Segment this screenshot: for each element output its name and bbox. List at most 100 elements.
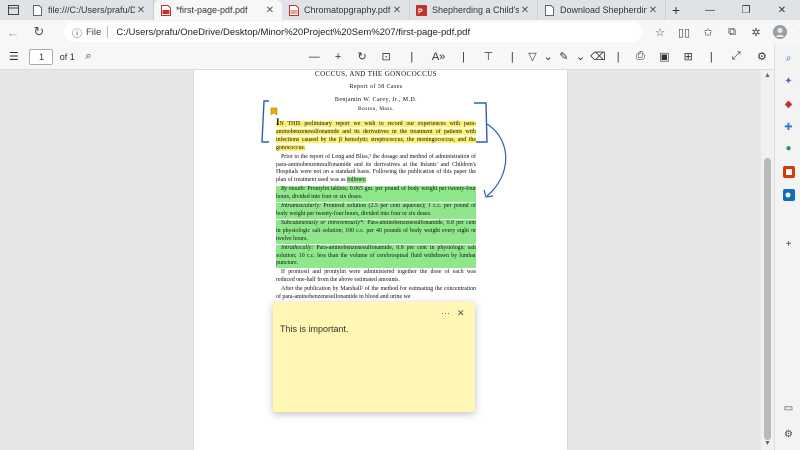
games-icon[interactable]: ● [782, 142, 795, 155]
office-icon[interactable] [782, 165, 795, 178]
paragraph-prior-text: Prior to the report of Long and Bliss,¹ … [276, 153, 476, 184]
paragraph-subcutaneously: Subcutaneously or intravenously*: Para-a… [276, 219, 476, 244]
page-icon [32, 4, 43, 16]
zoom-in-icon[interactable]: + [326, 44, 350, 70]
paragraph-intramuscularly: Intramuscularly: Prontosil solution (2.5… [276, 203, 476, 219]
copilot-icon[interactable]: ✦ [782, 75, 795, 88]
by-mouth-heading: By mouth: [281, 186, 306, 193]
erase-icon[interactable]: ⌫ [588, 44, 608, 70]
note-more-icon[interactable]: ··· [441, 308, 450, 318]
intrathecally-heading: Intrathecally: [281, 244, 314, 251]
tab-download-shepherding[interactable]: Download Shepherding a ✕ [538, 0, 666, 20]
tab-title: Download Shepherding a [560, 5, 647, 15]
chevron-down-icon[interactable]: ⌄ [542, 44, 555, 70]
paragraph-prior: Prior to the report of Long and Bliss,¹ … [276, 154, 476, 186]
settings-gear-icon[interactable]: ⚙ [750, 44, 774, 70]
tab-close-icon[interactable]: ✕ [391, 5, 403, 16]
by-mouth-text: Prontylin tablets; 0.065 gm. per pound o… [276, 186, 476, 201]
tab-file-explorer[interactable]: file:///C:/Users/prafu/Dow ✕ [26, 0, 154, 20]
comment-note[interactable]: ··· ✕ This is important. [273, 302, 475, 412]
search-icon[interactable]: ⌕ [79, 44, 97, 70]
favorite-star-icon[interactable]: ☆ [648, 26, 672, 39]
new-tab-button[interactable]: + [666, 0, 686, 20]
zoom-out-icon[interactable]: — [302, 44, 326, 70]
close-window-icon[interactable]: ✕ [764, 0, 800, 20]
chevron-down-icon[interactable]: ⌄ [573, 44, 588, 70]
edge-sidebar: ⌕ ✦ ◆ ✚ ● + ▭ ⚙ [774, 44, 800, 450]
url-text[interactable]: C:/Users/prafu/OneDrive/Desktop/Minor%20… [116, 27, 470, 38]
page-number-input[interactable]: 1 [29, 48, 54, 65]
collections-icon[interactable]: ⧉ [720, 26, 744, 39]
tab-close-icon[interactable]: ✕ [519, 5, 531, 16]
paragraph-intrathecally: Intrathecally: Para-aminobenzenesulfonam… [276, 244, 476, 269]
draw-icon[interactable]: ▽ [523, 44, 541, 70]
refresh-icon[interactable]: ↻ [26, 20, 52, 44]
paragraph-intro-text: N THIS preliminary report we wish to rec… [276, 121, 476, 151]
tab-actions-icon [7, 5, 19, 15]
fit-page-icon[interactable]: ⊡ [374, 44, 398, 70]
tools-icon[interactable]: ✚ [782, 121, 795, 134]
add-text-icon[interactable]: ⊤ [475, 44, 501, 70]
paragraph-by-mouth: By mouth: Prontylin tablets; 0.065 gm. p… [276, 186, 476, 203]
tab-title: Chromatopgraphy.pdf [304, 5, 391, 15]
paragraph-prontosil: If prontosil and prontylin were administ… [276, 269, 476, 284]
vertical-scrollbar[interactable]: ▲ ▼ [761, 70, 774, 450]
divider: | [616, 50, 620, 63]
subcutaneously-heading: Subcutaneously or intravenously*: [281, 219, 365, 226]
pdf-icon [160, 4, 171, 16]
divider: | [709, 50, 713, 63]
note-close-icon[interactable]: ✕ [457, 308, 465, 319]
shopping-icon[interactable]: ◆ [782, 98, 795, 111]
window-controls: — ❐ ✕ [692, 0, 800, 20]
print-icon[interactable]: ⎙ [628, 44, 652, 70]
tab-close-icon[interactable]: ✕ [647, 5, 659, 16]
document-text: COCCUS, AND THE GONOCOCCUS Report of 38 … [276, 70, 476, 302]
profile-avatar[interactable] [768, 25, 792, 39]
site-icon: P [416, 4, 427, 16]
url-field[interactable]: ⓘ File C:/Users/prafu/OneDrive/Desktop/M… [64, 22, 642, 42]
tab-chromatography[interactable]: Chromatopgraphy.pdf ✕ [282, 0, 410, 20]
svg-text:P: P [418, 8, 423, 15]
sidebar-settings-gear-icon[interactable]: ⚙ [782, 428, 795, 441]
rotate-icon[interactable]: ↻ [350, 44, 374, 70]
add-icon[interactable]: + [782, 238, 795, 251]
save-as-icon[interactable]: ⊞ [676, 44, 700, 70]
more-menu-icon[interactable]: ··· [792, 26, 800, 38]
paragraph-marshall: After the publication by Marshall² of th… [276, 286, 476, 301]
tab-title: *first-page-pdf.pdf [176, 5, 248, 15]
divider: | [410, 50, 414, 63]
restore-icon[interactable]: ❐ [728, 0, 764, 20]
browser-actions: ☆ ▯▯ ✩ ⧉ ✲ ··· [648, 20, 800, 44]
tab-actions-button[interactable] [0, 0, 26, 20]
tab-close-icon[interactable]: ✕ [264, 5, 276, 16]
note-text[interactable]: This is important. [280, 324, 349, 334]
tab-shepherding[interactable]: P Shepherding a Child's Hea ✕ [410, 0, 538, 20]
address-bar: ← ↻ ⓘ File C:/Users/prafu/OneDrive/Deskt… [0, 20, 800, 44]
split-screen-icon[interactable]: ▯▯ [672, 26, 696, 39]
save-icon[interactable]: ▣ [652, 44, 676, 70]
highlight-icon[interactable]: ✎ [555, 44, 573, 70]
sidebar-layout-icon[interactable]: ▭ [782, 402, 795, 415]
minimize-icon[interactable]: — [692, 0, 728, 20]
document-title: COCCUS, AND THE GONOCOCCUS [315, 70, 437, 78]
tab-close-icon[interactable]: ✕ [135, 5, 147, 16]
search-icon[interactable]: ⌕ [782, 52, 795, 65]
document-author: Benjamin W. Carey, Jr., M.D. [334, 97, 418, 103]
fullscreen-icon[interactable]: ⤢ [722, 44, 750, 70]
info-icon[interactable]: ⓘ [72, 25, 82, 40]
scroll-up-icon[interactable]: ▲ [763, 72, 772, 79]
outlook-icon[interactable] [782, 188, 795, 201]
back-icon[interactable]: ← [0, 20, 26, 44]
scroll-down-icon[interactable]: ▼ [763, 440, 772, 447]
contents-icon[interactable]: ☰ [0, 44, 28, 70]
document-location: Boston, Mass. [358, 106, 394, 112]
divider [107, 26, 109, 38]
extensions-icon[interactable]: ✲ [744, 26, 768, 39]
intramuscularly-heading: Intramuscularly: [281, 203, 321, 210]
read-aloud-icon[interactable]: A» [426, 44, 452, 70]
tab-first-page-pdf[interactable]: *first-page-pdf.pdf ✕ [154, 0, 282, 20]
scroll-thumb[interactable] [764, 158, 771, 440]
favorites-icon[interactable]: ✩ [696, 26, 720, 39]
tab-title: Shepherding a Child's Hea [432, 5, 519, 15]
pdf-toolbar: ☰ 1 of 1 ⌕ — + ↻ ⊡ | A» | ⊤ | ▽ ⌄ ✎ ⌄ ⌫ … [0, 44, 774, 70]
